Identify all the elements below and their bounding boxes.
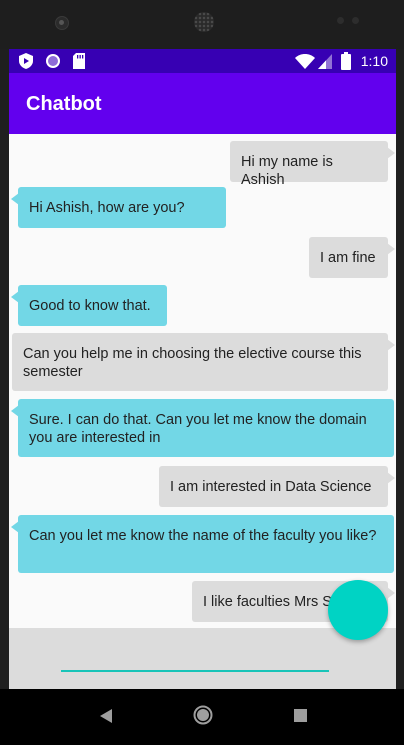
status-time: 1:10: [360, 53, 388, 69]
navigation-bar: [0, 689, 404, 745]
message-text: I am fine: [320, 250, 376, 266]
bot-message: Hi Ashish, how are you?: [11, 187, 226, 228]
status-bar: 1:10: [9, 49, 396, 73]
message-text: Sure. I can do that. Can you let me know…: [29, 412, 367, 446]
app-title: Chatbot: [26, 93, 102, 115]
message-input-bar: [9, 628, 396, 689]
battery-icon: [341, 52, 351, 70]
user-message: Can you help me in choosing the elective…: [12, 333, 395, 391]
shield-icon: [19, 53, 33, 69]
proximity-sensor: [337, 17, 344, 24]
recents-icon[interactable]: [294, 709, 307, 722]
message-text: Hi my name is Ashish: [241, 154, 333, 188]
user-message: I am fine: [309, 237, 395, 278]
message-input[interactable]: [61, 640, 329, 672]
back-icon[interactable]: [99, 708, 113, 724]
circle-icon: [46, 54, 60, 68]
send-button[interactable]: [328, 580, 388, 640]
message-text: Good to know that.: [29, 298, 151, 314]
signal-icon: [318, 54, 332, 69]
message-text: Can you let me know the name of the facu…: [29, 528, 377, 544]
app-bar: Chatbot: [9, 73, 396, 134]
bot-message: Good to know that.: [11, 285, 167, 326]
light-sensor: [352, 17, 359, 24]
phone-top-bezel: [0, 0, 404, 49]
sd-card-icon: [73, 53, 85, 69]
user-message: Hi my name is Ashish: [230, 141, 395, 188]
user-message: I am interested in Data Science: [159, 466, 395, 507]
chat-messages-list[interactable]: Hi my name is Ashish Hi Ashish, how are …: [9, 134, 396, 628]
bot-message: Sure. I can do that. Can you let me know…: [11, 399, 394, 457]
message-text: I am interested in Data Science: [170, 479, 372, 495]
home-icon[interactable]: [193, 705, 213, 725]
bot-message: Can you let me know the name of the facu…: [11, 515, 394, 573]
earpiece-speaker: [194, 12, 214, 32]
message-text: Can you help me in choosing the elective…: [23, 346, 362, 380]
message-text: Hi Ashish, how are you?: [29, 200, 185, 216]
front-camera: [55, 16, 69, 30]
wifi-icon: [295, 54, 315, 69]
